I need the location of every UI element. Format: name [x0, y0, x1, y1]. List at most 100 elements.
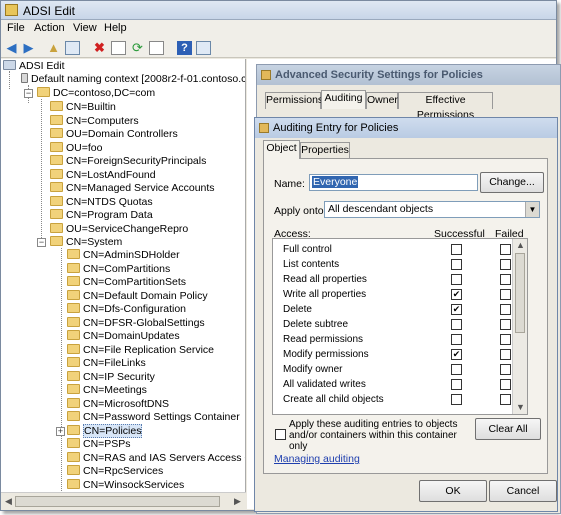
- successful-checkbox[interactable]: [451, 244, 462, 255]
- refresh-icon[interactable]: ⟳: [130, 41, 145, 55]
- tree-item[interactable]: CN=ComPartitions: [67, 262, 170, 276]
- failed-checkbox[interactable]: [500, 244, 511, 255]
- tree-item[interactable]: CN=Computers: [50, 114, 139, 128]
- tree-item[interactable]: CN=PSPs: [67, 438, 131, 451]
- cancel-button[interactable]: Cancel: [489, 480, 557, 502]
- delete-icon[interactable]: ✖: [92, 41, 107, 55]
- tree-item[interactable]: CN=FileLinks: [67, 357, 146, 370]
- tree-item[interactable]: CN=Default Domain Policy: [67, 289, 208, 303]
- access-list-scrollbar[interactable]: ▲ ▼: [512, 239, 527, 414]
- successful-checkbox[interactable]: [451, 379, 462, 390]
- scroll-left-icon[interactable]: ◀: [5, 496, 12, 507]
- access-list[interactable]: Full control List contents Read all proper…: [272, 238, 528, 415]
- export-icon[interactable]: [149, 41, 164, 55]
- scroll-thumb[interactable]: [515, 253, 525, 333]
- tree-pane[interactable]: ADSI Edit Default naming context [2008r2…: [1, 59, 246, 492]
- tree-item[interactable]: OU=ServiceChangeRepro: [50, 222, 188, 236]
- tree-horizontal-scrollbar[interactable]: ◀ ▶: [1, 492, 246, 509]
- folder-icon: [67, 343, 80, 354]
- tree-system[interactable]: CN=System: [50, 236, 122, 249]
- tree-item[interactable]: CN=Meetings: [67, 384, 147, 397]
- tab-permissions[interactable]: Permissions: [265, 92, 323, 109]
- tree-item[interactable]: CN=AdminSDHolder: [67, 249, 180, 262]
- failed-checkbox[interactable]: [500, 274, 511, 285]
- collapse-icon[interactable]: −: [37, 238, 46, 247]
- collapse-icon[interactable]: −: [24, 89, 33, 98]
- scroll-up-icon[interactable]: ▲: [516, 240, 525, 250]
- successful-checkbox[interactable]: ✔: [451, 349, 462, 360]
- successful-checkbox[interactable]: [451, 364, 462, 375]
- failed-checkbox[interactable]: [500, 259, 511, 270]
- permission-label: Read all properties: [283, 274, 367, 285]
- tree-item[interactable]: CN=File Replication Service: [67, 343, 214, 357]
- tree-item[interactable]: CN=RAS and IAS Servers Access Check: [67, 451, 245, 465]
- clear-all-button[interactable]: Clear All: [475, 418, 541, 440]
- tree-item[interactable]: CN=DomainUpdates: [67, 330, 180, 343]
- tab-owner[interactable]: Owner: [366, 92, 398, 109]
- failed-checkbox[interactable]: [500, 319, 511, 330]
- successful-checkbox[interactable]: [451, 394, 462, 405]
- successful-checkbox[interactable]: [451, 319, 462, 330]
- failed-checkbox[interactable]: [500, 364, 511, 375]
- tree-item[interactable]: CN=Password Settings Container: [67, 411, 240, 424]
- tab-object[interactable]: Object: [263, 140, 300, 159]
- tree-item[interactable]: CN=NTDS Quotas: [50, 195, 153, 209]
- tree-item[interactable]: CN=RpcServices: [67, 465, 163, 478]
- change-button[interactable]: Change...: [480, 172, 544, 193]
- scroll-down-icon[interactable]: ▼: [516, 402, 525, 412]
- folder-icon: [67, 451, 80, 462]
- scroll-right-icon[interactable]: ▶: [234, 496, 241, 507]
- tree-item[interactable]: OU=Domain Controllers: [50, 128, 178, 141]
- tree-item[interactable]: OU=foo: [50, 141, 102, 155]
- tree-item-selected[interactable]: CN=Policies: [67, 423, 143, 438]
- successful-checkbox[interactable]: [451, 259, 462, 270]
- tree-item[interactable]: CN=DFSR-GlobalSettings: [67, 316, 205, 330]
- tree-item[interactable]: CN=ForeignSecurityPrincipals: [50, 155, 206, 168]
- tree-naming-context[interactable]: Default naming context [2008r2-f-01.cont…: [21, 73, 245, 86]
- ok-button[interactable]: OK: [419, 480, 487, 502]
- expand-icon[interactable]: +: [56, 427, 65, 436]
- tree-item[interactable]: CN=ComPartitionSets: [67, 276, 186, 289]
- successful-checkbox[interactable]: ✔: [451, 289, 462, 300]
- tree-domain[interactable]: DC=contoso,DC=com: [37, 87, 155, 100]
- permission-row: Create all child objects: [273, 393, 513, 408]
- properties-icon[interactable]: [111, 41, 126, 55]
- successful-checkbox[interactable]: [451, 334, 462, 345]
- tree-item[interactable]: CN=MicrosoftDNS: [67, 397, 169, 411]
- tree-item[interactable]: CN=IP Security: [67, 370, 155, 384]
- tree-root[interactable]: ADSI Edit: [3, 60, 65, 73]
- tree-item[interactable]: CN=Program Data: [50, 209, 153, 222]
- tree-item[interactable]: CN=Builtin: [50, 101, 116, 114]
- chevron-down-icon[interactable]: ▼: [525, 202, 539, 217]
- menu-view[interactable]: View: [73, 22, 97, 34]
- name-field[interactable]: Everyone: [309, 174, 478, 191]
- failed-checkbox[interactable]: [500, 379, 511, 390]
- successful-checkbox[interactable]: [451, 274, 462, 285]
- forward-icon[interactable]: ▶: [21, 41, 36, 55]
- tab-properties[interactable]: Properties: [300, 142, 350, 159]
- menu-action[interactable]: Action: [34, 22, 65, 34]
- failed-checkbox[interactable]: [500, 304, 511, 315]
- failed-checkbox[interactable]: [500, 349, 511, 360]
- help-icon[interactable]: ?: [177, 41, 192, 55]
- failed-checkbox[interactable]: [500, 334, 511, 345]
- tree-item[interactable]: CN=Dfs-Configuration: [67, 303, 186, 316]
- up-folder-icon[interactable]: ▲: [46, 41, 61, 55]
- tab-auditing[interactable]: Auditing: [321, 90, 366, 109]
- tree-item[interactable]: CN=WinsockServices: [67, 478, 184, 492]
- managing-auditing-link[interactable]: Managing auditing: [274, 453, 360, 465]
- successful-checkbox[interactable]: ✔: [451, 304, 462, 315]
- apply-to-container-checkbox[interactable]: [275, 429, 286, 440]
- menu-file[interactable]: File: [7, 22, 25, 34]
- scroll-thumb[interactable]: [15, 496, 220, 507]
- failed-checkbox[interactable]: [500, 394, 511, 405]
- back-icon[interactable]: ◀: [4, 41, 19, 55]
- failed-checkbox[interactable]: [500, 289, 511, 300]
- tree-item[interactable]: CN=LostAndFound: [50, 168, 156, 182]
- console-icon[interactable]: [196, 41, 211, 55]
- tab-effective-permissions[interactable]: Effective Permissions: [398, 92, 493, 121]
- tree-item[interactable]: CN=Managed Service Accounts: [50, 182, 215, 195]
- menu-help[interactable]: Help: [104, 22, 127, 34]
- show-tree-icon[interactable]: [65, 41, 80, 55]
- apply-onto-select[interactable]: All descendant objects ▼: [324, 201, 540, 218]
